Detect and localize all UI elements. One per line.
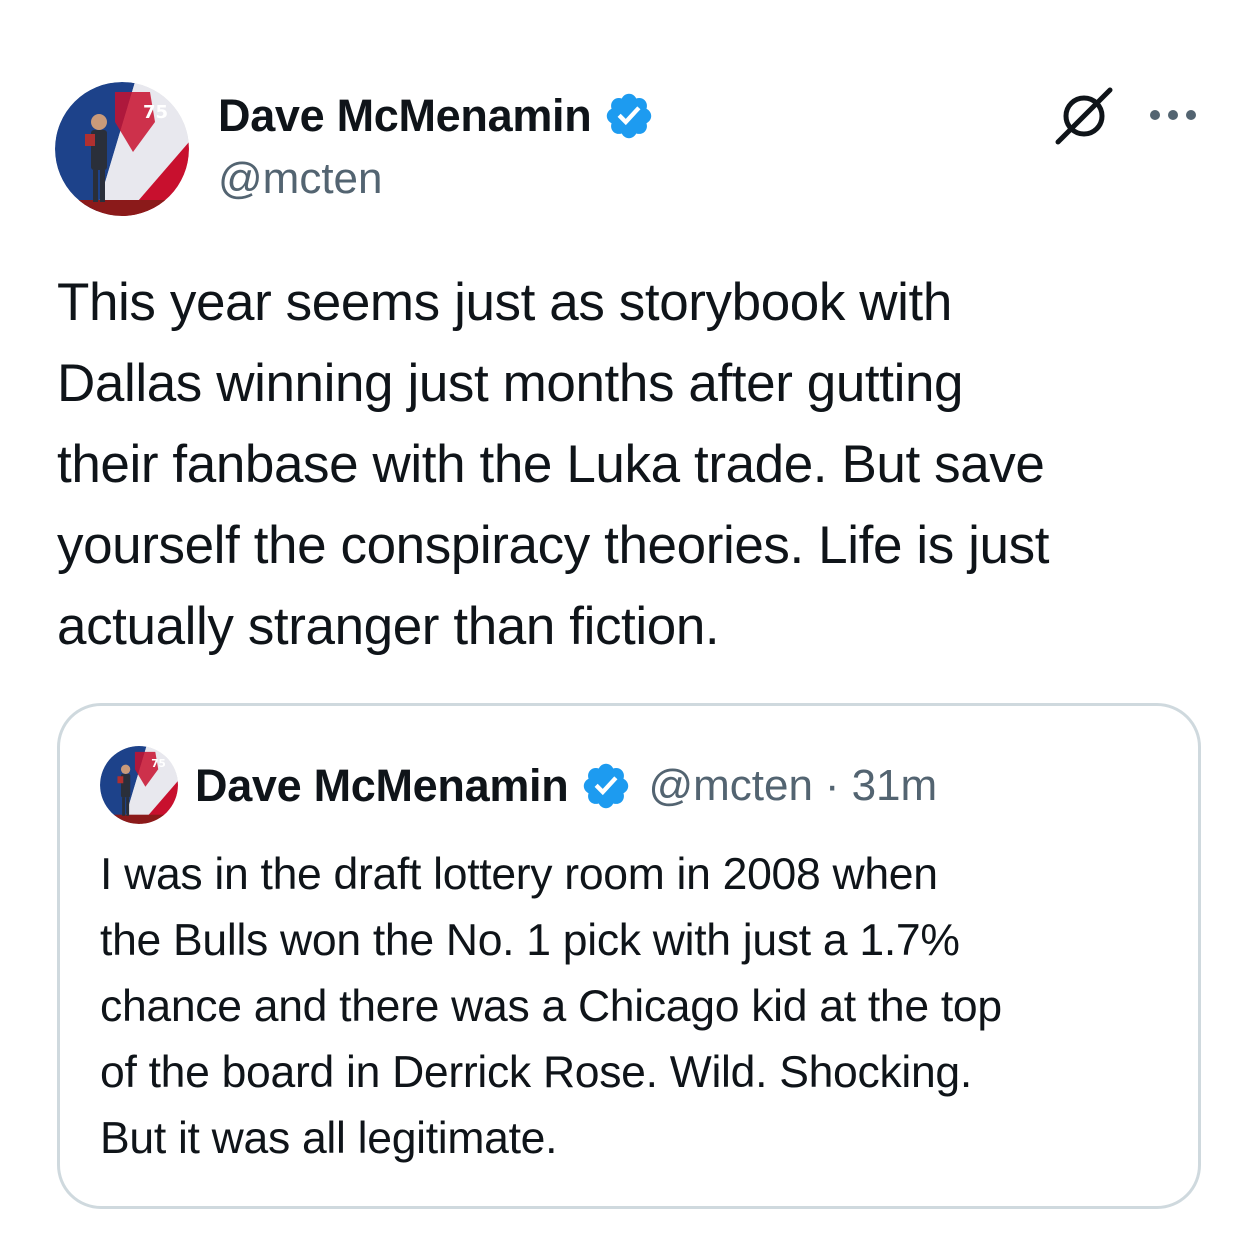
- separator-dot: ·: [824, 761, 840, 810]
- quoted-author-avatar: 75: [100, 746, 178, 824]
- author-display-name[interactable]: Dave McMenamin: [218, 90, 592, 142]
- quoted-tweet-timestamp: 31m: [851, 761, 938, 810]
- author-avatar[interactable]: 75: [55, 82, 189, 216]
- quoted-tweet-text: I was in the draft lottery room in 2008 …: [100, 850, 1002, 1163]
- quoted-tweet-header: Dave McMenamin @mcten · 31m: [195, 756, 937, 816]
- avatar-image: 75: [55, 82, 189, 216]
- quoted-avatar-image: 75: [100, 746, 178, 824]
- quoted-author-display-name: Dave McMenamin: [195, 760, 569, 811]
- quoted-author-handle: @mcten: [648, 761, 813, 810]
- grok-slash-icon[interactable]: [1050, 84, 1118, 148]
- verified-badge-icon: [603, 90, 655, 142]
- tweet-text: This year seems just as storybook with D…: [57, 273, 1050, 656]
- verified-badge-icon: [580, 760, 632, 812]
- author-display-name-row[interactable]: Dave McMenamin: [218, 86, 655, 146]
- svg-text:75: 75: [151, 758, 166, 770]
- svg-text:75: 75: [143, 102, 168, 123]
- quoted-tweet-card[interactable]: 75 Dave McMenamin @mcten · 31m I was in …: [57, 703, 1201, 1209]
- author-handle[interactable]: @mcten: [218, 154, 382, 204]
- more-options-icon[interactable]: [1146, 98, 1200, 132]
